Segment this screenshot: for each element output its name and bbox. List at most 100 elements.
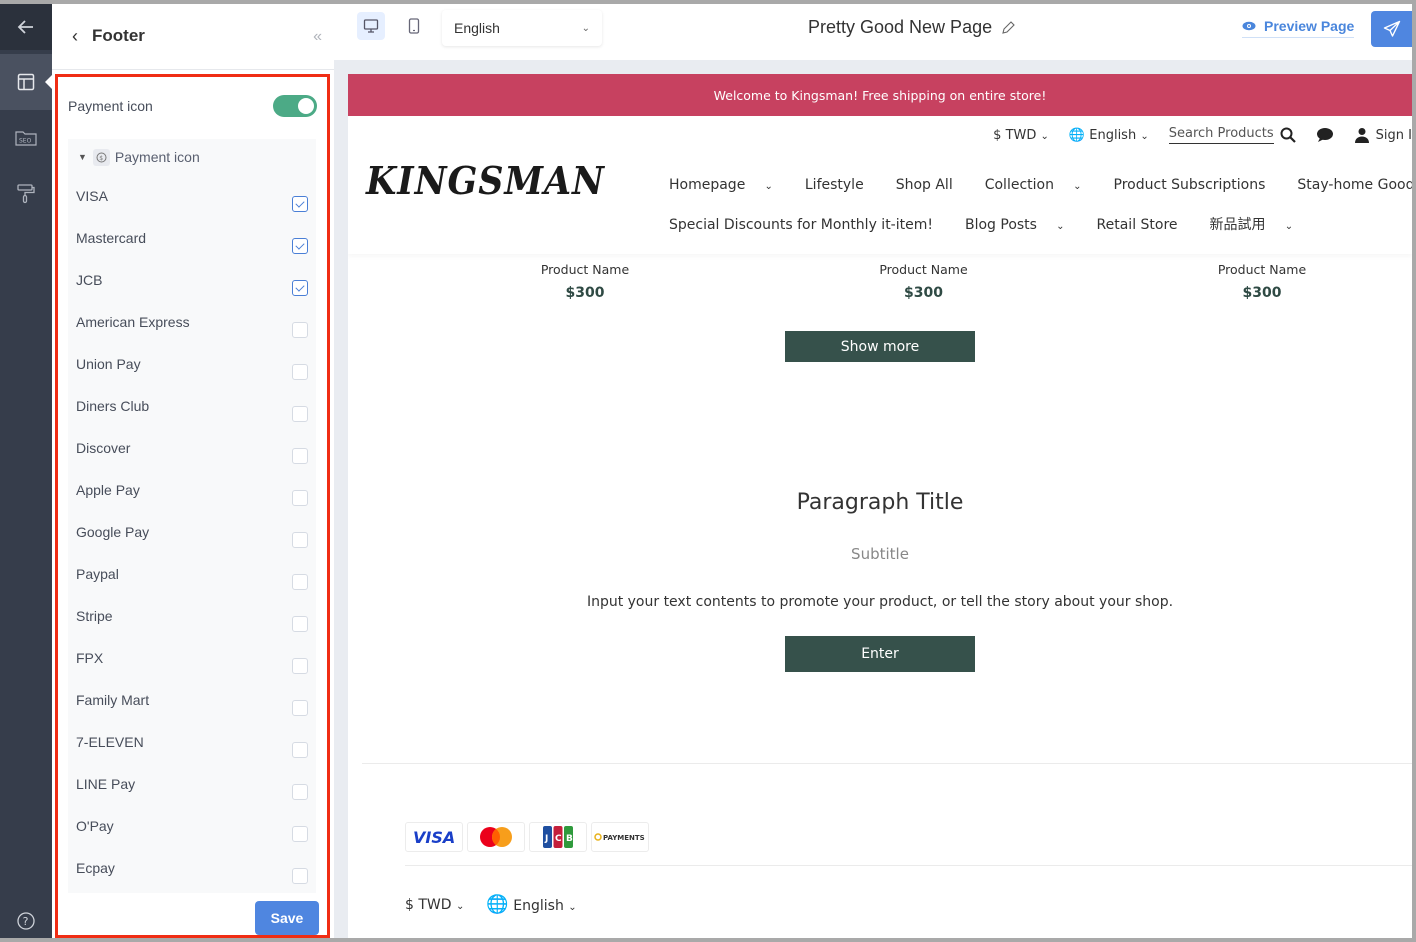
payment-option-label: VISA <box>76 188 108 204</box>
paragraph-subtitle: Subtitle <box>851 545 909 563</box>
back-button[interactable] <box>0 4 52 50</box>
product-card[interactable]: Product Name $300 <box>864 262 984 301</box>
preview-page-link[interactable]: Preview Page <box>1242 18 1355 38</box>
help-button[interactable]: ? <box>0 912 52 930</box>
nav-item[interactable]: Product Subscriptions <box>1114 177 1282 193</box>
header-utilities: $ TWD ⌄ 🌐 English ⌄ Search Products Sign… <box>993 126 1412 144</box>
nav-item[interactable]: Stay-home Goodies <box>1297 177 1412 193</box>
product-price: $300 <box>904 285 943 301</box>
payment-icon-toggle[interactable] <box>273 95 317 117</box>
search-box[interactable]: Search Products <box>1168 126 1296 144</box>
chevron-down-icon: ⌄ <box>1052 221 1065 232</box>
group-label: Payment icon <box>114 149 200 165</box>
show-more-button[interactable]: Show more <box>785 331 975 362</box>
paragraph-section: Paragraph Title Subtitle Input your text… <box>348 490 1412 672</box>
enter-button[interactable]: Enter <box>785 636 975 672</box>
chevron-down-icon: ⌄ <box>456 900 465 912</box>
page-title-text: Pretty Good New Page <box>808 17 993 37</box>
payment-option-checkbox[interactable] <box>292 322 308 338</box>
nav-item[interactable]: Shop All <box>896 177 969 193</box>
jcb-icon: JCB <box>529 822 587 852</box>
payment-option-checkbox[interactable] <box>292 532 308 548</box>
search-icon[interactable] <box>1280 127 1296 143</box>
payment-option-label: Google Pay <box>76 524 150 540</box>
svg-text:C: C <box>555 834 562 844</box>
chevron-down-icon: ⌄ <box>1040 130 1049 142</box>
footer-currency-selector[interactable]: $ TWD ⌄ <box>405 897 464 913</box>
payment-option-checkbox[interactable] <box>292 868 308 884</box>
language-select[interactable]: English ⌄ <box>442 10 602 46</box>
payment-option-row: Apple Pay <box>68 469 316 511</box>
nav-item-label: Product Subscriptions <box>1113 177 1266 193</box>
payment-option-checkbox[interactable] <box>292 574 308 590</box>
payment-option-checkbox[interactable] <box>292 196 308 212</box>
nav-item[interactable]: Collection ⌄ <box>985 177 1098 193</box>
paragraph-text: Input your text contents to promote your… <box>586 594 1174 610</box>
chevron-down-icon: ⌄ <box>1140 130 1149 142</box>
footer-divider <box>362 763 1412 764</box>
payment-option-checkbox[interactable] <box>292 406 308 422</box>
product-price: $300 <box>565 285 605 301</box>
payment-option-row: Ecpay <box>68 847 316 889</box>
announcement-bar: Welcome to Kingsman! Free shipping on en… <box>348 74 1412 116</box>
search-input[interactable]: Search Products <box>1168 126 1274 144</box>
nav-item[interactable]: 新品試用 ⌄ <box>1210 217 1310 233</box>
site-logo[interactable]: KINGSMAN <box>366 158 605 203</box>
payment-option-label: Union Pay <box>76 356 141 372</box>
rail-item-layout[interactable] <box>0 54 52 110</box>
caret-down-icon: ▼ <box>78 152 87 162</box>
nav-item[interactable]: Special Discounts for Monthly it-item! <box>669 217 949 233</box>
collapse-panel-icon[interactable]: « <box>313 28 322 46</box>
payment-option-checkbox[interactable] <box>292 280 308 296</box>
svg-text:?: ? <box>23 915 29 928</box>
product-card[interactable]: Product Name $300 <box>525 262 645 301</box>
payment-option-checkbox[interactable] <box>292 238 308 254</box>
nav-item-label: Lifestyle <box>804 177 864 193</box>
payment-option-label: Family Mart <box>76 692 150 708</box>
payment-icon-group-header[interactable]: ▼ $ Payment icon <box>68 139 316 175</box>
footer-language-selector[interactable]: 🌐 English ⌄ <box>486 894 576 915</box>
pencil-icon[interactable] <box>1000 20 1016 36</box>
visa-icon: VISA <box>405 822 463 852</box>
nav-item[interactable]: Lifestyle <box>805 177 880 193</box>
help-icon: ? <box>17 912 35 930</box>
save-button[interactable]: Save <box>255 901 319 935</box>
payment-option-checkbox[interactable] <box>292 784 308 800</box>
payment-option-label: Diners Club <box>76 398 150 414</box>
publish-button[interactable] <box>1371 11 1412 47</box>
mobile-view-button[interactable] <box>400 12 428 40</box>
payment-option-checkbox[interactable] <box>292 364 308 380</box>
rail-item-theme[interactable] <box>0 166 52 222</box>
payment-option-label: O'Pay <box>76 818 114 834</box>
footer-language-value: English <box>513 898 564 914</box>
currency-value: $ TWD <box>993 127 1037 143</box>
nav-item[interactable]: Homepage ⌄ <box>669 177 789 193</box>
payment-option-checkbox[interactable] <box>292 742 308 758</box>
panel-footer: Save <box>58 893 327 935</box>
desktop-view-button[interactable] <box>357 12 385 40</box>
payment-option-checkbox[interactable] <box>292 826 308 842</box>
nav-item-label: Collection <box>984 177 1054 193</box>
payment-option-checkbox[interactable] <box>292 616 308 632</box>
currency-selector[interactable]: $ TWD ⌄ <box>993 128 1049 143</box>
payment-option-row: Diners Club <box>68 385 316 427</box>
sign-in-link[interactable]: Sign I <box>1354 127 1412 143</box>
nav-item-label: Stay-home Goodies <box>1297 177 1412 193</box>
payment-option-checkbox[interactable] <box>292 658 308 674</box>
nav-item[interactable]: Blog Posts ⌄ <box>965 217 1081 233</box>
payment-option-checkbox[interactable] <box>292 448 308 464</box>
nav-item-label: Retail Store <box>1096 217 1178 233</box>
payment-option-checkbox[interactable] <box>292 490 308 506</box>
payments-icon: PAYMENTS <box>591 822 649 852</box>
product-card[interactable]: Product Name $300 <box>1202 262 1322 301</box>
nav-item[interactable]: Retail Store <box>1097 217 1194 233</box>
left-rail: SEO ? <box>0 4 52 938</box>
payment-option-checkbox[interactable] <box>292 700 308 716</box>
chat-icon[interactable] <box>1316 127 1334 143</box>
payment-option-row: VISA <box>68 175 316 217</box>
payment-option-label: LINE Pay <box>76 776 136 792</box>
rail-item-seo[interactable]: SEO <box>0 110 52 166</box>
chevron-left-icon[interactable]: ‹ <box>72 26 78 47</box>
payment-option-label: American Express <box>76 314 190 330</box>
language-selector[interactable]: 🌐 English ⌄ <box>1069 128 1149 143</box>
